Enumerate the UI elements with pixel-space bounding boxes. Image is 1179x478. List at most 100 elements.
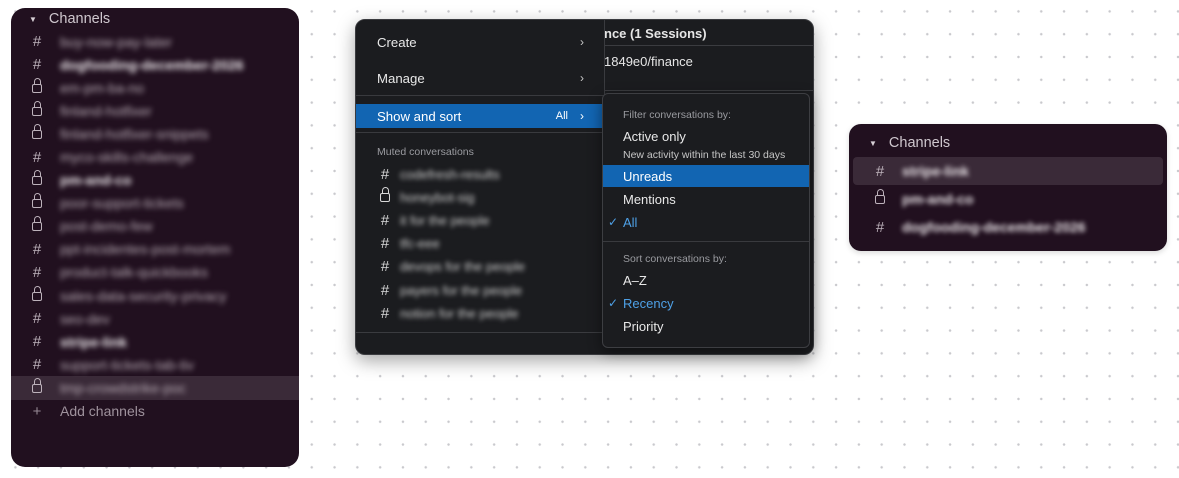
- channel-name: ppt-incidentes-post-mortem: [60, 241, 231, 258]
- menu-item-label: Create: [377, 34, 417, 50]
- lock-shape: [380, 187, 390, 203]
- channel-name: myco-skills-challenge: [60, 149, 194, 166]
- filter-mentions[interactable]: Mentions: [603, 188, 809, 210]
- add-channels-row[interactable]: + Add channels: [11, 400, 299, 423]
- channel-row[interactable]: # product-talk-quickbooks: [11, 261, 299, 284]
- channel-name: finland-hotfixer-snippets: [60, 125, 209, 142]
- lock-shape: [875, 189, 885, 204]
- lock-icon: [27, 377, 47, 397]
- channel-name: seo-dev: [60, 310, 110, 327]
- active-only-description: New activity within the last 30 days: [623, 149, 786, 161]
- channels-header-label: Channels: [888, 135, 951, 151]
- lock-icon: [27, 285, 47, 305]
- context-menu: Create › Manage › Show and sort All › Mu…: [356, 20, 605, 333]
- channel-name: dogfooding-december-2026: [60, 56, 244, 73]
- channel-row[interactable]: # myco-skills-challenge: [11, 145, 299, 168]
- hash-icon: #: [380, 235, 390, 253]
- channel-list: # buy-now-pay-later # dogfooding-december-2…: [11, 30, 299, 400]
- muted-conversation-item[interactable]: # tfc-eee: [376, 233, 440, 255]
- muted-conversation-item[interactable]: # codefresh-results: [376, 163, 500, 185]
- channel-name: tmp-crowdstrike-poc: [60, 379, 187, 396]
- hash-icon: #: [32, 333, 42, 351]
- channel-row[interactable]: em-pm-ba-no: [11, 76, 299, 99]
- channel-row[interactable]: # support-tickets-tab-tiv: [11, 353, 299, 376]
- submenu-divider: [603, 241, 809, 242]
- channel-row[interactable]: finland-hotfixer-snippets: [11, 122, 299, 145]
- channels-section-header[interactable]: ▼ Channels: [849, 129, 1167, 157]
- lock-icon: [27, 100, 47, 120]
- filter-unreads[interactable]: Unreads: [603, 165, 809, 187]
- menu-item-show-and-sort[interactable]: Show and sort All ›: [356, 104, 604, 128]
- channel-row[interactable]: # stripe-link: [853, 157, 1163, 185]
- channel-row[interactable]: # seo-dev: [11, 307, 299, 330]
- channels-section-header[interactable]: ▼ Channels: [11, 8, 299, 30]
- channel-name: pm-and-co: [902, 191, 974, 207]
- hash-icon: #: [32, 356, 42, 374]
- channel-name: honeybot-sig: [400, 189, 475, 205]
- lock-icon: [376, 187, 394, 206]
- channel-name: sales-data-security-privacy: [60, 287, 227, 304]
- chevron-right-icon: ›: [580, 35, 584, 49]
- lock-shape: [32, 216, 42, 232]
- lock-shape: [32, 77, 42, 93]
- channel-row[interactable]: sales-data-security-privacy: [11, 284, 299, 307]
- channel-row[interactable]: finland-hotfixer: [11, 99, 299, 122]
- channel-list: # stripe-link pm-and-co # dogfooding-decembe…: [849, 157, 1167, 241]
- channel-name: codefresh-results: [400, 166, 500, 182]
- channel-name: post-demo-few: [60, 218, 153, 235]
- muted-conversation-item[interactable]: # it for the people: [376, 209, 490, 231]
- lock-icon: [27, 77, 47, 97]
- channel-name: finland-hotfixer: [60, 102, 152, 119]
- sort-label: Sort conversations by:: [623, 253, 727, 265]
- channel-name: product-talk-quickbooks: [60, 264, 208, 281]
- lock-icon: [27, 170, 47, 189]
- channel-row[interactable]: post-demo-few: [11, 215, 299, 238]
- window-path: 1849e0/finance: [604, 54, 693, 69]
- divider: [596, 90, 813, 91]
- muted-conversation-item[interactable]: # notion for the people: [376, 302, 519, 324]
- sort-a-z[interactable]: A–Z: [603, 269, 809, 291]
- channel-row[interactable]: tmp-crowdstrike-poc: [11, 376, 299, 400]
- menu-item-label: Manage: [377, 70, 425, 86]
- option-label: Priority: [623, 318, 664, 334]
- sort-recency[interactable]: ✓ Recency: [603, 292, 809, 314]
- channel-row[interactable]: pm-and-co: [853, 185, 1163, 213]
- channel-row[interactable]: pm-and-co: [11, 169, 299, 192]
- option-label: Unreads: [623, 168, 673, 184]
- channel-name: support-tickets-tab-tiv: [60, 356, 194, 373]
- filter-all[interactable]: ✓ All: [603, 211, 809, 233]
- option-label: Active only: [623, 128, 686, 144]
- channel-name: devops for the people: [400, 259, 526, 275]
- filter-active-only[interactable]: Active only: [603, 125, 809, 147]
- lock-icon: [27, 123, 47, 143]
- channel-row[interactable]: poor-support-tickets: [11, 192, 299, 215]
- sort-priority[interactable]: Priority: [603, 315, 809, 337]
- channel-name: stripe-link: [60, 333, 127, 350]
- muted-conversation-item[interactable]: # payers for the people: [376, 279, 522, 301]
- chevron-right-icon: ›: [580, 71, 584, 85]
- channel-name: stripe-link: [902, 163, 969, 179]
- menu-divider: [356, 132, 604, 133]
- lock-shape: [32, 100, 42, 116]
- add-channels-label: Add channels: [60, 403, 145, 420]
- channel-row[interactable]: # dogfooding-december-2026: [853, 213, 1163, 241]
- muted-conversation-item[interactable]: honeybot-sig: [376, 186, 474, 208]
- channel-row[interactable]: # buy-now-pay-later: [11, 30, 299, 53]
- option-label: A–Z: [623, 272, 647, 288]
- menu-item-manage[interactable]: Manage ›: [356, 66, 604, 90]
- lock-shape: [32, 377, 42, 393]
- channel-row[interactable]: # stripe-link: [11, 330, 299, 353]
- muted-conversations-header: Muted conversations: [377, 146, 474, 158]
- channel-row[interactable]: # dogfooding-december-2026: [11, 53, 299, 76]
- lock-icon: [27, 193, 47, 212]
- channel-name: em-pm-ba-no: [60, 79, 145, 96]
- menu-item-create[interactable]: Create ›: [356, 30, 604, 54]
- channel-name: it for the people: [400, 212, 490, 228]
- channel-name: poor-support-tickets: [60, 195, 184, 212]
- muted-conversation-item[interactable]: # devops for the people: [376, 256, 525, 278]
- caret-down-icon: ▼: [29, 14, 37, 24]
- channel-row[interactable]: # ppt-incidentes-post-mortem: [11, 238, 299, 261]
- hash-icon: #: [32, 263, 42, 281]
- hash-icon: #: [380, 304, 390, 322]
- lock-shape: [32, 170, 42, 186]
